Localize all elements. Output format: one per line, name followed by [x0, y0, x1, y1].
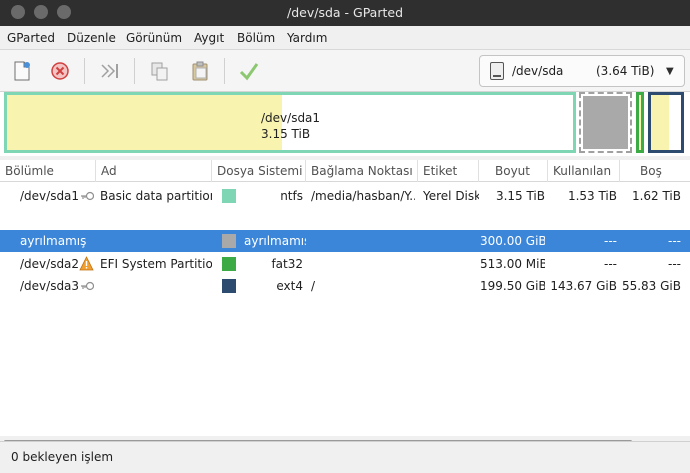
menu-help[interactable]: Yardım: [287, 31, 327, 45]
cell-label: Yerel Disk: [423, 189, 479, 203]
cell-free: ---: [668, 257, 681, 271]
graph-partition-name: /dev/sda1: [261, 111, 321, 125]
cell-filesystem: ntfs: [280, 189, 303, 203]
cell-used: ---: [604, 257, 617, 271]
device-size: (3.64 TiB): [596, 64, 655, 78]
copy-icon: [151, 62, 168, 81]
toolbar-separator: [224, 58, 225, 84]
col-header-filesystem[interactable]: Dosya Sistemi: [212, 160, 306, 182]
title-bar: /dev/sda - GParted: [0, 0, 690, 26]
table-header: Bölümle Ad Dosya Sistemi Bağlama Noktası…: [0, 160, 690, 182]
cell-used: ---: [604, 234, 617, 248]
cell-name: Basic data partition: [100, 189, 212, 203]
cell-used: 1.53 TiB: [567, 189, 617, 203]
cell-mountpoint: /: [311, 279, 316, 293]
cell-used: 143.67 GiB: [550, 279, 617, 293]
graph-partition-size: 3.15 TiB: [261, 127, 311, 141]
cell-partition: /dev/sda1: [20, 189, 78, 203]
cell-name: EFI System Partition: [100, 257, 212, 271]
used-space-fill: [7, 95, 282, 150]
cell-filesystem: ext4: [276, 279, 303, 293]
pending-operations-status: 0 bekleyen işlem: [11, 450, 114, 464]
graph-partition-sda1[interactable]: /dev/sda1 3.15 TiB: [4, 92, 576, 153]
cell-partition: /dev/sda3: [20, 279, 78, 293]
key-icon: [81, 281, 94, 291]
table-row[interactable]: /dev/sda3 ext4 / 199.50 GiB 143.67 GiB 5…: [0, 275, 690, 297]
cell-size: 199.50 GiB: [480, 279, 545, 293]
apply-icon: [239, 63, 259, 81]
table-row[interactable]: /dev/sda1 Basic data partition ntfs /med…: [0, 185, 690, 207]
used-space-fill: [639, 95, 641, 150]
menu-partition[interactable]: Bölüm: [237, 31, 275, 45]
col-header-partition[interactable]: Bölümle: [0, 160, 96, 182]
cell-size: 3.15 TiB: [495, 189, 545, 203]
disk-visualization: /dev/sda1 3.15 TiB: [0, 92, 690, 156]
cell-partition: ayrılmamış: [20, 234, 87, 248]
paste-button[interactable]: [188, 59, 212, 83]
fs-color-swatch: [222, 257, 236, 271]
graph-partition-label: /dev/sda1 3.15 TiB: [261, 110, 320, 142]
apply-button[interactable]: [237, 59, 261, 83]
warning-icon: [79, 256, 94, 271]
fs-color-swatch: [222, 234, 236, 248]
cell-free: 55.83 GiB: [621, 279, 681, 293]
copy-button[interactable]: [148, 59, 172, 83]
new-partition-button[interactable]: [10, 59, 34, 83]
delete-partition-button[interactable]: [48, 59, 72, 83]
unallocated-fill: [583, 96, 628, 149]
table-row[interactable]: /dev/sda2 EFI System Partition fat32 513…: [0, 253, 690, 275]
app-window: GParted Düzenle Görünüm Aygıt Bölüm Yard…: [0, 26, 690, 473]
col-header-label[interactable]: Etiket: [418, 160, 479, 182]
cell-filesystem: fat32: [271, 257, 303, 271]
new-partition-icon: [14, 61, 30, 81]
graph-unallocated[interactable]: [579, 92, 632, 153]
menu-gparted[interactable]: GParted: [7, 31, 55, 45]
cell-size: 300.00 GiB: [480, 234, 545, 248]
menu-device[interactable]: Aygıt: [194, 31, 224, 45]
cell-partition: /dev/sda2: [20, 257, 78, 271]
cell-mountpoint: /media/hasban/Y...: [311, 189, 415, 203]
fs-color-swatch: [222, 279, 236, 293]
col-header-mountpoint[interactable]: Bağlama Noktası: [306, 160, 418, 182]
toolbar: /dev/sda (3.64 TiB) ▼: [0, 50, 690, 92]
cell-free: 1.62 TiB: [631, 189, 681, 203]
device-name: /dev/sda: [512, 64, 564, 78]
col-header-name[interactable]: Ad: [96, 160, 212, 182]
toolbar-separator: [84, 58, 85, 84]
harddisk-icon: [490, 62, 504, 80]
resize-move-icon: [101, 64, 118, 78]
graph-partition-sda3[interactable]: [648, 92, 684, 153]
col-header-used[interactable]: Kullanılan: [548, 160, 620, 182]
menu-bar: GParted Düzenle Görünüm Aygıt Bölüm Yard…: [0, 26, 690, 50]
graph-partition-sda2[interactable]: [636, 92, 644, 153]
toolbar-separator: [134, 58, 135, 84]
cell-free: ---: [668, 234, 681, 248]
col-header-free[interactable]: Boş: [620, 160, 690, 182]
dropdown-arrow-icon: ▼: [666, 66, 674, 77]
partition-table: Bölümle Ad Dosya Sistemi Bağlama Noktası…: [0, 160, 690, 436]
menu-edit[interactable]: Düzenle: [67, 31, 116, 45]
fs-color-swatch: [222, 189, 236, 203]
resize-move-button[interactable]: [98, 59, 122, 83]
used-space-fill: [651, 95, 669, 150]
table-row-selected[interactable]: ayrılmamış ayrılmamış 300.00 GiB --- ---: [0, 230, 690, 252]
cell-filesystem: ayrılmamış: [244, 234, 306, 248]
menu-view[interactable]: Görünüm: [126, 31, 182, 45]
status-bar: 0 bekleyen işlem: [0, 441, 690, 473]
window-title: /dev/sda - GParted: [287, 5, 403, 20]
delete-icon: [51, 62, 69, 80]
cell-size: 513.00 MiB: [480, 257, 545, 271]
key-icon: [81, 191, 94, 201]
col-header-size[interactable]: Boyut: [479, 160, 548, 182]
device-selector[interactable]: /dev/sda (3.64 TiB) ▼: [479, 55, 685, 87]
paste-icon: [192, 61, 208, 81]
